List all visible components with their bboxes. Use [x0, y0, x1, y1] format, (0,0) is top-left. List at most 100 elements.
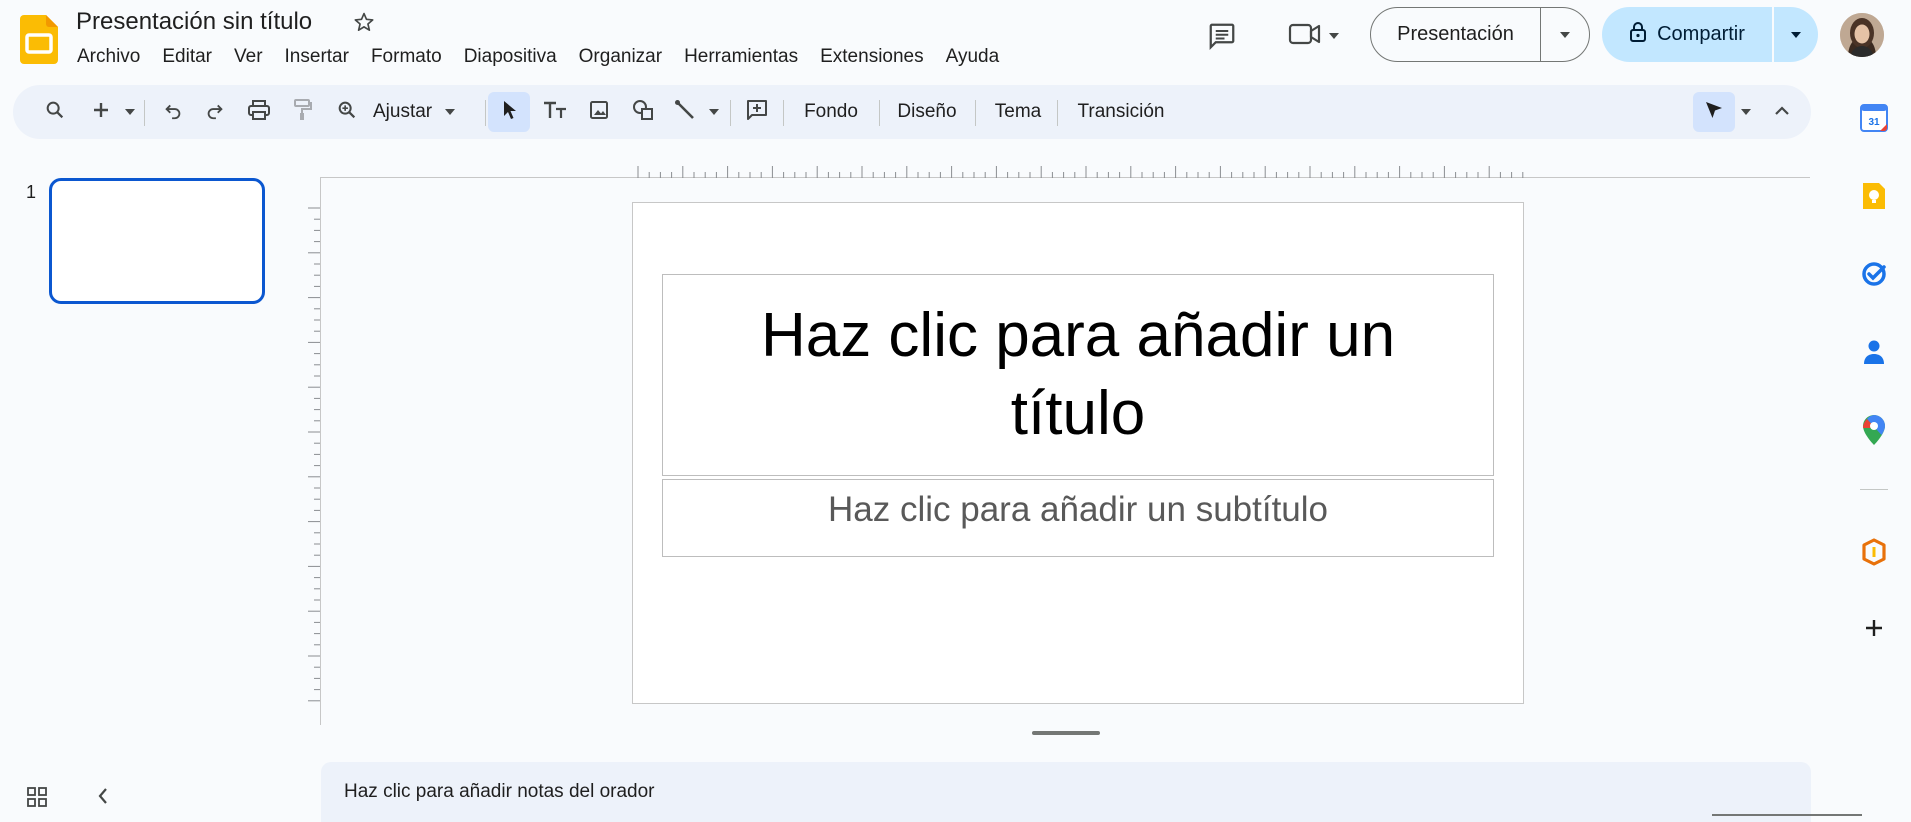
chevron-down-icon	[444, 103, 456, 121]
chevron-down-icon	[708, 103, 720, 121]
toolbar-divider	[975, 100, 976, 126]
document-title[interactable]: Presentación sin título	[76, 6, 312, 38]
toolbar-divider	[879, 100, 880, 126]
menu-archivo[interactable]: Archivo	[66, 42, 151, 72]
line-icon	[674, 99, 696, 126]
grid-icon	[26, 787, 48, 812]
meet-button[interactable]	[1278, 14, 1350, 58]
text-box-button[interactable]	[535, 92, 575, 132]
speaker-notes-placeholder: Haz clic para añadir notas del orador	[344, 781, 655, 802]
toolbar-divider	[730, 100, 731, 126]
zoom-value: Ajustar	[373, 101, 433, 122]
new-slide-layout-dropdown[interactable]	[119, 92, 141, 132]
paint-format-button[interactable]	[285, 92, 321, 132]
star-icon[interactable]	[350, 8, 378, 36]
chevron-down-icon	[124, 103, 136, 121]
comment-add-icon	[745, 98, 769, 127]
print-button[interactable]	[241, 92, 277, 132]
slides-logo-icon[interactable]	[20, 15, 58, 64]
maps-icon[interactable]	[1852, 408, 1896, 452]
subtitle-placeholder[interactable]: Haz clic para añadir un subtítulo	[662, 479, 1494, 557]
vertical-ruler[interactable]	[304, 204, 320, 704]
line-type-dropdown[interactable]	[703, 92, 725, 132]
toolbar-divider	[144, 100, 145, 126]
keep-icon[interactable]	[1852, 174, 1896, 218]
hide-menus-button[interactable]	[1765, 92, 1799, 132]
cursor-mode-button[interactable]	[1693, 92, 1735, 132]
comments-icon[interactable]	[1200, 14, 1244, 58]
menu-bar: Archivo Editar Ver Insertar Formato Diap…	[66, 42, 1010, 72]
menu-formato[interactable]: Formato	[360, 42, 453, 72]
print-icon	[247, 99, 271, 126]
menu-editar[interactable]: Editar	[151, 42, 223, 72]
cursor-mode-dropdown[interactable]	[1735, 92, 1757, 132]
notes-resize-handle[interactable]	[1032, 731, 1100, 735]
text-box-icon	[542, 100, 568, 125]
undo-icon	[162, 99, 184, 126]
menu-herramientas[interactable]: Herramientas	[673, 42, 809, 72]
present-options-button[interactable]	[1541, 8, 1589, 61]
search-menus-button[interactable]	[35, 92, 75, 132]
redo-icon	[204, 99, 226, 126]
share-options-button[interactable]	[1774, 7, 1818, 62]
avatar[interactable]	[1840, 13, 1884, 57]
explore-bar	[1712, 814, 1862, 816]
calendar-icon[interactable]: 31	[1852, 96, 1896, 140]
layout-label: Diseño	[897, 101, 957, 122]
slide-number: 1	[26, 182, 37, 202]
slide-thumbnail[interactable]	[49, 178, 265, 304]
background-button[interactable]: Fondo	[791, 92, 871, 132]
chevron-down-icon	[1740, 103, 1752, 121]
contacts-icon[interactable]	[1852, 330, 1896, 374]
shape-icon	[631, 98, 655, 127]
menu-ver[interactable]: Ver	[223, 42, 274, 72]
share-button-group: Compartir	[1602, 7, 1818, 62]
cursor-mode-icon	[1703, 99, 1725, 126]
theme-label: Tema	[994, 101, 1042, 122]
transition-button[interactable]: Transición	[1065, 92, 1177, 132]
side-panel-divider	[1860, 489, 1888, 490]
chevron-up-icon	[1774, 103, 1790, 121]
menu-extensiones[interactable]: Extensiones	[809, 42, 935, 72]
add-addon-button[interactable]	[1852, 608, 1896, 652]
present-button-group: Presentación	[1370, 7, 1590, 62]
subtitle-placeholder-text: Haz clic para añadir un subtítulo	[828, 490, 1328, 529]
select-tool-button[interactable]	[488, 92, 530, 132]
layout-button[interactable]: Diseño	[887, 92, 967, 132]
toolbar-divider	[783, 100, 784, 126]
menu-diapositiva[interactable]: Diapositiva	[453, 42, 568, 72]
speaker-notes[interactable]: Haz clic para añadir notas del orador	[321, 762, 1811, 822]
share-button[interactable]: Compartir	[1602, 7, 1774, 62]
title-placeholder[interactable]: Haz clic para añadir un título	[662, 274, 1494, 476]
present-button[interactable]: Presentación	[1371, 8, 1541, 61]
chevron-down-icon	[1328, 27, 1340, 45]
transition-label: Transición	[1077, 101, 1165, 122]
horizontal-ruler[interactable]	[632, 162, 1524, 178]
collapse-filmstrip-button[interactable]	[96, 786, 126, 816]
search-icon	[44, 99, 66, 126]
theme-button[interactable]: Tema	[983, 92, 1053, 132]
zoom-dropdown[interactable]: Ajustar	[369, 92, 483, 132]
shape-button[interactable]	[623, 92, 663, 132]
redo-button[interactable]	[197, 92, 233, 132]
plus-icon	[1863, 617, 1885, 644]
undo-button[interactable]	[155, 92, 191, 132]
add-comment-button[interactable]	[737, 92, 777, 132]
toolbar-divider	[485, 100, 486, 126]
menu-insertar[interactable]: Insertar	[274, 42, 360, 72]
chevron-left-icon	[96, 788, 110, 810]
calendar-day: 31	[1868, 117, 1880, 128]
chevron-down-icon	[1559, 26, 1571, 44]
grid-view-button[interactable]	[26, 786, 56, 816]
menu-ayuda[interactable]: Ayuda	[935, 42, 1011, 72]
new-slide-button[interactable]	[83, 92, 119, 132]
menu-organizar[interactable]: Organizar	[568, 42, 673, 72]
office-icon[interactable]	[1852, 530, 1896, 574]
insert-image-button[interactable]	[579, 92, 619, 132]
plus-icon	[91, 100, 111, 125]
tasks-icon[interactable]	[1852, 252, 1896, 296]
lock-icon	[1629, 21, 1647, 49]
zoom-button[interactable]	[329, 92, 365, 132]
line-button[interactable]	[667, 92, 703, 132]
select-icon	[499, 99, 519, 126]
